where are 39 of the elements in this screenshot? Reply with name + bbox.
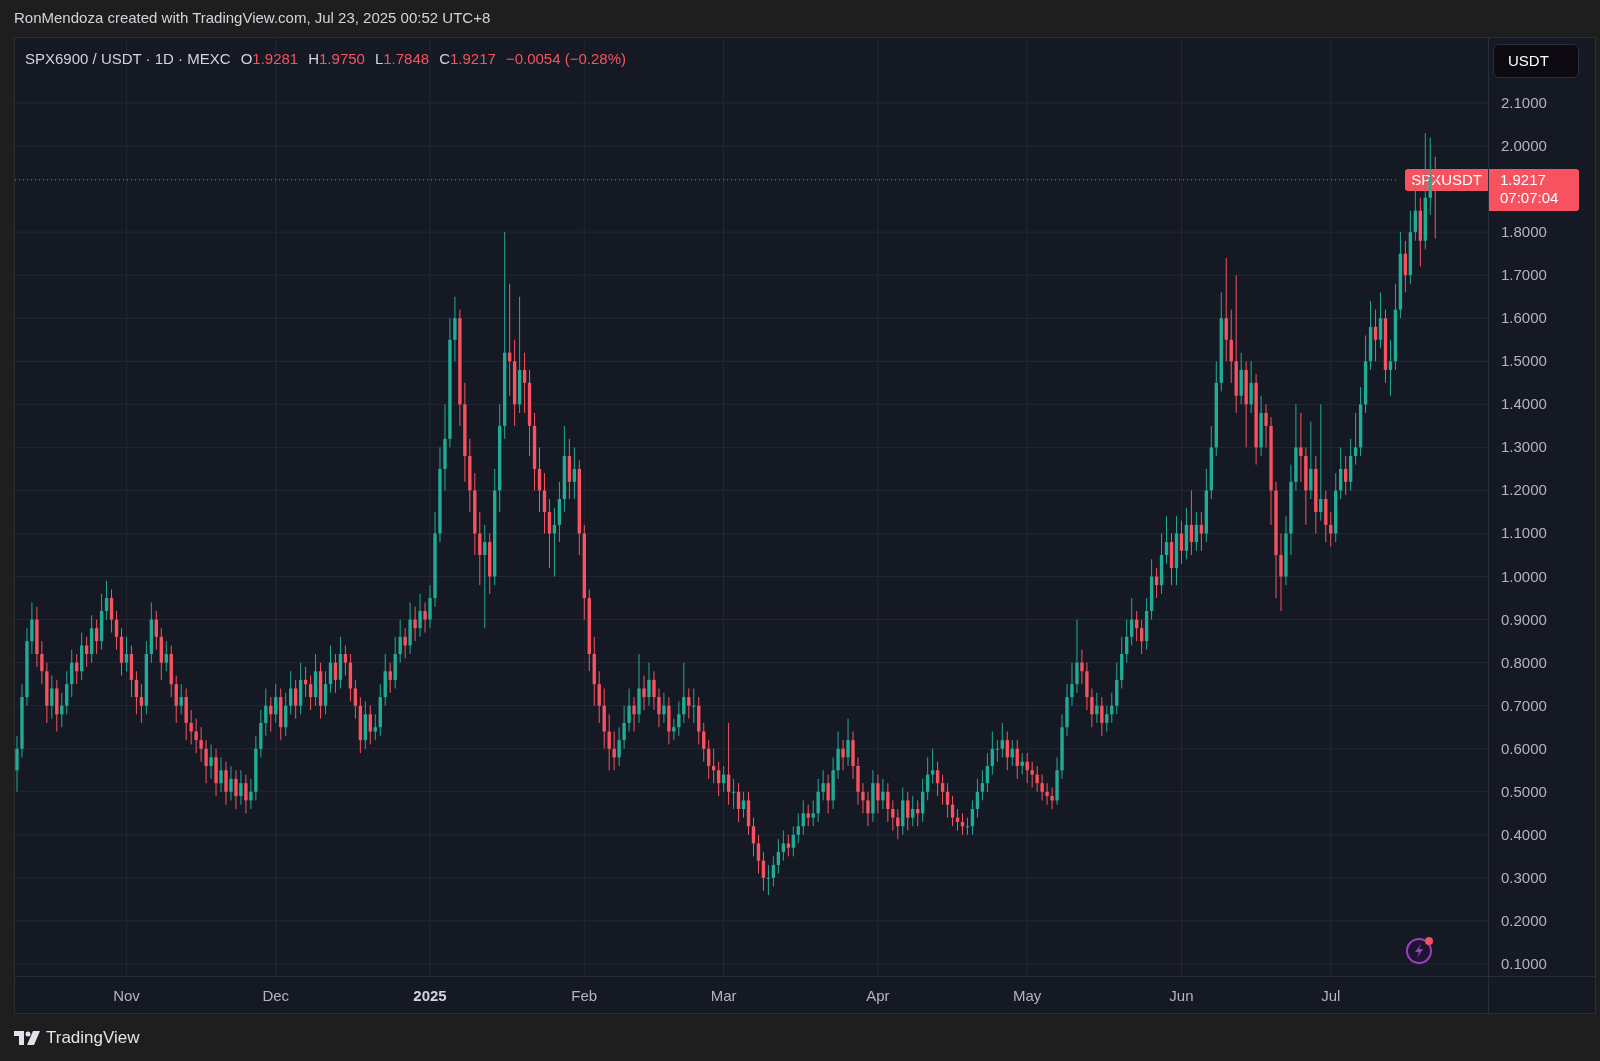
price-tick: 2.0000 [1501,137,1547,155]
time-tick: Apr [866,987,890,1004]
time-tick: Jul [1321,987,1341,1004]
price-tick: 0.7000 [1501,696,1547,714]
price-tick: 1.4000 [1501,395,1547,413]
ohlc-value: C1.9217 [439,49,496,69]
time-tick: Nov [113,987,140,1004]
time-tick: May [1013,987,1042,1004]
time-tick: 2025 [413,987,447,1004]
ohlc-value: O1.9281 [240,49,299,69]
ohlc-value: L1.7848 [374,49,430,69]
price-tick: 0.6000 [1501,739,1547,757]
price-tick: 1.6000 [1501,309,1547,327]
price-tick: 1.7000 [1501,266,1547,284]
time-tick: Jun [1169,987,1194,1004]
price-tick: 1.1000 [1501,524,1547,542]
price-tick: 1.3000 [1501,438,1547,456]
time-tick: Feb [571,987,598,1004]
price-tick: 1.0000 [1501,567,1547,585]
price-tick: 0.9000 [1501,610,1547,628]
price-tick: 0.2000 [1501,911,1547,929]
time-tick: Dec [262,987,290,1004]
currency-button[interactable]: USDT [1493,44,1579,78]
price-tick: 1.5000 [1501,352,1547,370]
time-tick: Mar [710,987,737,1004]
price-tick: 2.1000 [1501,94,1547,111]
chart-credit: RonMendoza created with TradingView.com, Jul 23, 2025 00:52 UTC+8 [14,8,491,29]
price-tick: 0.1000 [1501,955,1547,972]
last-price-tag: 1.9217 07:07:04 [1489,168,1579,211]
price-tick: 0.4000 [1501,825,1547,843]
brand-name: TradingView [46,1026,140,1049]
price-tick: 1.2000 [1501,481,1547,499]
price-change: −0.0054 (−0.28%) [505,49,626,69]
price-tick: 1.8000 [1501,223,1547,241]
price-tick: 0.5000 [1501,782,1547,800]
price-tick: 0.8000 [1501,653,1547,671]
price-tick: 0.3000 [1501,868,1547,886]
symbol-legend: SPX6900 / USDT · 1D · MEXC [25,48,231,71]
ohlc-value: H1.9750 [308,49,365,69]
